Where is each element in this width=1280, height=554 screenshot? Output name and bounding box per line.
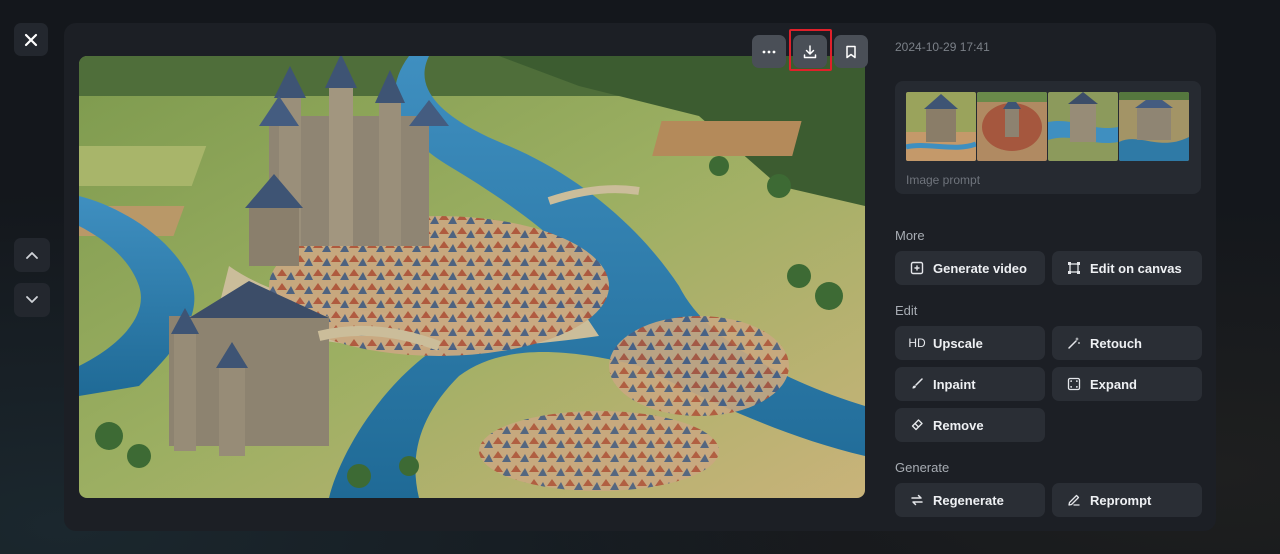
magic-wand-icon — [1066, 335, 1082, 351]
close-button[interactable] — [14, 23, 48, 56]
bookmark-button[interactable] — [834, 35, 868, 68]
expand-icon — [1066, 376, 1082, 392]
reprompt-button[interactable]: Reprompt — [1052, 483, 1202, 517]
remove-label: Remove — [933, 417, 984, 433]
prompt-thumbnail[interactable] — [1119, 92, 1189, 161]
download-icon — [803, 44, 817, 58]
section-title-generate: Generate — [895, 460, 950, 475]
previous-image-button[interactable] — [14, 238, 50, 272]
upscale-button[interactable]: HD Upscale — [895, 326, 1045, 360]
prompt-thumbnails — [906, 92, 1189, 161]
chevron-down-icon — [26, 296, 38, 303]
ellipsis-icon — [762, 50, 776, 53]
pencil-icon — [1066, 492, 1082, 508]
expand-button[interactable]: Expand — [1052, 367, 1202, 401]
eraser-icon — [909, 417, 925, 433]
section-title-edit: Edit — [895, 303, 918, 318]
more-options-button[interactable] — [752, 35, 786, 68]
image-prompt-label: Image prompt — [906, 173, 981, 187]
regenerate-button[interactable]: Regenerate — [895, 483, 1045, 517]
refresh-icon — [909, 492, 925, 508]
close-icon — [24, 33, 38, 46]
brush-icon — [909, 376, 925, 392]
retouch-label: Retouch — [1090, 335, 1142, 351]
regenerate-label: Regenerate — [933, 492, 1004, 508]
video-add-icon — [909, 260, 925, 276]
prompt-thumbnail[interactable] — [977, 92, 1047, 161]
inpaint-button[interactable]: Inpaint — [895, 367, 1045, 401]
edit-on-canvas-button[interactable]: Edit on canvas — [1052, 251, 1202, 285]
remove-button[interactable]: Remove — [895, 408, 1045, 442]
upscale-label: Upscale — [933, 335, 983, 351]
bookmark-icon — [846, 45, 856, 58]
hd-icon: HD — [908, 336, 926, 350]
download-button[interactable] — [793, 35, 827, 68]
prompt-thumbnail[interactable] — [906, 92, 976, 161]
chevron-up-icon — [26, 252, 38, 259]
image-prompt-card: Image prompt — [895, 81, 1201, 194]
inpaint-label: Inpaint — [933, 376, 976, 392]
reprompt-label: Reprompt — [1090, 492, 1152, 508]
generated-image[interactable] — [79, 56, 865, 498]
canvas-icon — [1066, 260, 1082, 276]
section-title-more: More — [895, 228, 925, 243]
prompt-thumbnail[interactable] — [1048, 92, 1118, 161]
next-image-button[interactable] — [14, 283, 50, 317]
generate-video-label: Generate video — [933, 260, 1027, 276]
edit-on-canvas-label: Edit on canvas — [1090, 260, 1182, 276]
retouch-button[interactable]: Retouch — [1052, 326, 1202, 360]
generate-video-button[interactable]: Generate video — [895, 251, 1045, 285]
expand-label: Expand — [1090, 376, 1137, 392]
timestamp: 2024-10-29 17:41 — [895, 40, 990, 54]
